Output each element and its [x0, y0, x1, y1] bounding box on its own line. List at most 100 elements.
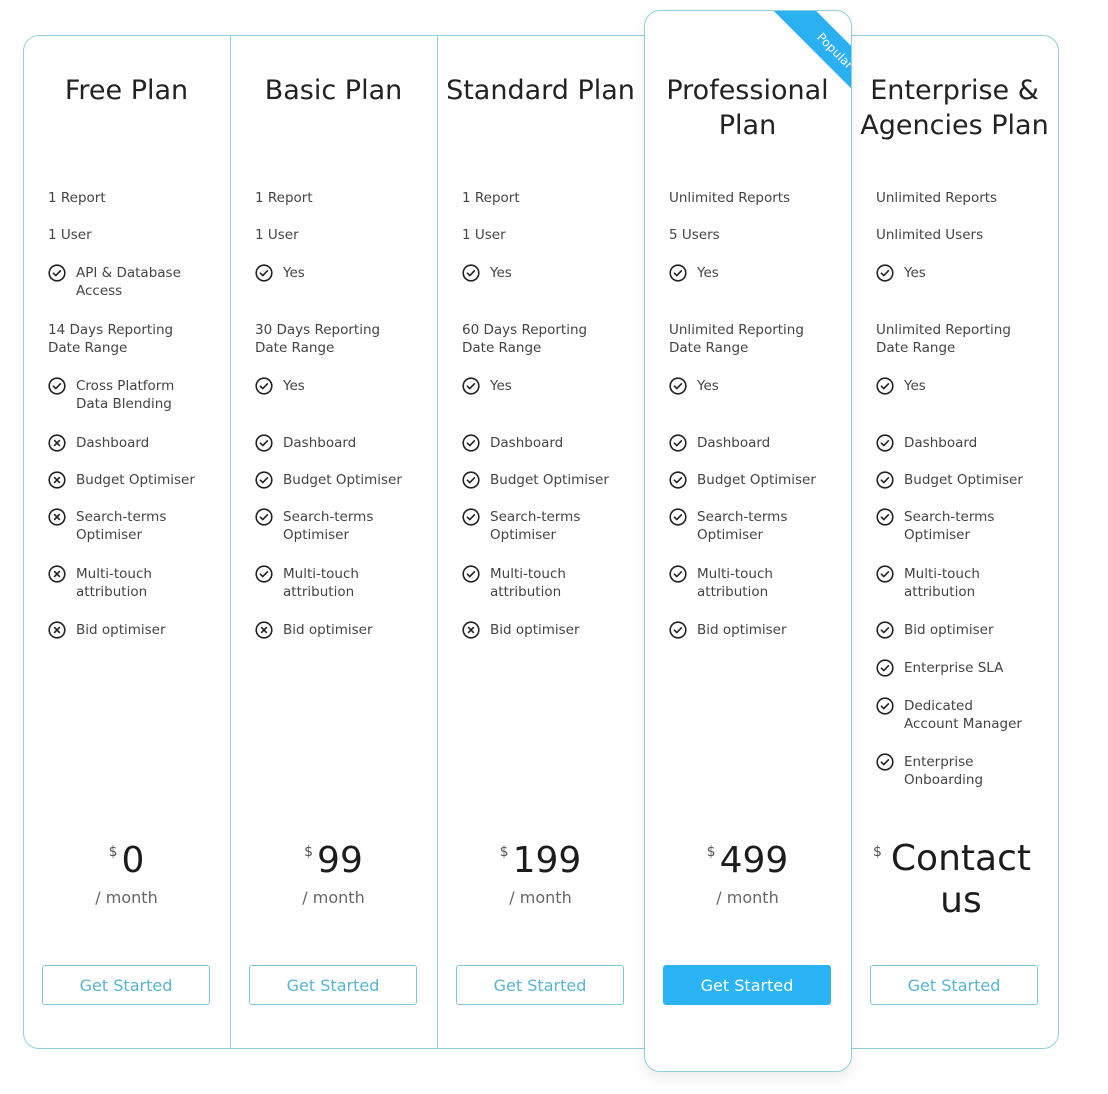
feature-item: Yes: [462, 377, 634, 395]
feature-text: 5 Users: [669, 227, 720, 243]
feature-text: Bid optimiser: [904, 622, 994, 638]
feature-item: Enterprise Onboarding: [876, 753, 1048, 789]
feature-text: Search-terms Optimiser: [904, 509, 995, 543]
check-circle-icon: [876, 434, 894, 452]
check-circle-icon: [669, 508, 687, 526]
price-amount: Contact us: [890, 838, 1031, 921]
check-circle-icon: [48, 264, 66, 282]
feature-item: Unlimited Users: [876, 226, 1048, 244]
feature-text: Search-terms Optimiser: [490, 509, 581, 543]
billing-period: / month: [716, 888, 779, 907]
feature-item: 1 User: [462, 226, 634, 244]
feature-item: Bid optimiser: [876, 621, 1048, 639]
feature-item: Search-terms Optimiser: [462, 508, 634, 544]
plan-column-0: Free Plan 1 Report 1 User API & Database Ac…: [23, 0, 230, 1094]
feature-text: Bid optimiser: [697, 622, 787, 638]
cross-circle-icon: [48, 565, 66, 583]
check-circle-icon: [876, 697, 894, 715]
feature-item: API & Database Access: [48, 264, 220, 300]
feature-item: Multi-touch attribution: [669, 565, 841, 601]
feature-item: Multi-touch attribution: [462, 565, 634, 601]
feature-item: Dashboard: [255, 434, 427, 452]
feature-text: Multi-touch attribution: [697, 566, 773, 600]
plan-title: Free Plan: [64, 75, 189, 106]
plan-column-2: Standard Plan 1 Report 1 User Yes 60 Days Re…: [437, 0, 644, 1094]
feature-text: Enterprise Onboarding: [904, 754, 984, 788]
feature-item: Budget Optimiser: [462, 471, 634, 489]
feature-text: Unlimited Reporting Date Range: [669, 322, 804, 356]
billing-period: / month: [95, 888, 158, 907]
feature-text: Dashboard: [283, 435, 357, 451]
feature-text: Multi-touch attribution: [904, 566, 980, 600]
get-started-button[interactable]: Get Started: [663, 965, 831, 1005]
feature-text: 1 Report: [48, 190, 106, 206]
check-circle-icon: [255, 471, 273, 489]
feature-item: Yes: [669, 264, 841, 282]
feature-item: Yes: [669, 377, 841, 395]
price-amount: 0: [121, 840, 145, 881]
feature-item: Dashboard: [462, 434, 634, 452]
feature-text: Bid optimiser: [76, 622, 166, 638]
get-started-button[interactable]: Get Started: [249, 965, 417, 1005]
get-started-button[interactable]: Get Started: [456, 965, 624, 1005]
feature-text: 30 Days Reporting Date Range: [255, 322, 381, 356]
feature-text: Unlimited Reports: [669, 190, 791, 206]
feature-text: Unlimited Users: [876, 227, 984, 243]
feature-item: Budget Optimiser: [48, 471, 220, 489]
feature-item: 14 Days Reporting Date Range: [48, 321, 220, 357]
feature-item: Enterprise SLA: [876, 659, 1048, 677]
feature-item: 1 Report: [48, 189, 220, 207]
feature-item: Search-terms Optimiser: [255, 508, 427, 544]
check-circle-icon: [876, 471, 894, 489]
check-circle-icon: [876, 377, 894, 395]
feature-item: Unlimited Reports: [669, 189, 841, 207]
feature-item: Multi-touch attribution: [876, 565, 1048, 601]
check-circle-icon: [462, 565, 480, 583]
billing-period: / month: [509, 888, 572, 907]
feature-text: Dashboard: [76, 435, 150, 451]
feature-text: API & Database Access: [76, 265, 181, 299]
feature-item: Cross Platform Data Blending: [48, 377, 220, 413]
plan-title: Basic Plan: [264, 75, 403, 106]
feature-text: 1 Report: [462, 190, 520, 206]
feature-item: Yes: [876, 264, 1048, 282]
feature-item: Yes: [876, 377, 1048, 395]
feature-item: 1 Report: [462, 189, 634, 207]
feature-item: 60 Days Reporting Date Range: [462, 321, 634, 357]
feature-item: Yes: [255, 377, 427, 395]
feature-item: Search-terms Optimiser: [876, 508, 1048, 544]
check-circle-icon: [462, 471, 480, 489]
feature-text: Cross Platform Data Blending: [76, 378, 175, 412]
feature-text: Multi-touch attribution: [490, 566, 566, 600]
price-amount: 99: [317, 840, 363, 881]
price-amount: 499: [719, 840, 789, 881]
feature-text: Unlimited Reports: [876, 190, 998, 206]
cross-circle-icon: [48, 508, 66, 526]
feature-item: Bid optimiser: [462, 621, 634, 639]
currency-symbol: $: [706, 844, 716, 860]
check-circle-icon: [255, 508, 273, 526]
feature-text: Yes: [697, 265, 719, 281]
get-started-button[interactable]: Get Started: [42, 965, 210, 1005]
feature-item: Bid optimiser: [48, 621, 220, 639]
check-circle-icon: [669, 471, 687, 489]
feature-text: Dashboard: [697, 435, 771, 451]
feature-text: Yes: [904, 265, 926, 281]
feature-text: Dedicated Account Manager: [904, 698, 1022, 732]
check-circle-icon: [255, 565, 273, 583]
check-circle-icon: [669, 377, 687, 395]
check-circle-icon: [669, 434, 687, 452]
cross-circle-icon: [48, 471, 66, 489]
check-circle-icon: [462, 434, 480, 452]
check-circle-icon: [876, 621, 894, 639]
check-circle-icon: [462, 508, 480, 526]
cross-circle-icon: [255, 621, 273, 639]
feature-text: 1 User: [255, 227, 299, 243]
feature-item: Search-terms Optimiser: [669, 508, 841, 544]
feature-text: Dashboard: [490, 435, 564, 451]
plan-column-1: Basic Plan 1 Report 1 User Yes 30 Days Repor…: [230, 0, 437, 1094]
currency-symbol: $: [873, 844, 882, 860]
get-started-button[interactable]: Get Started: [870, 965, 1038, 1005]
check-circle-icon: [255, 264, 273, 282]
feature-text: 1 User: [48, 227, 92, 243]
